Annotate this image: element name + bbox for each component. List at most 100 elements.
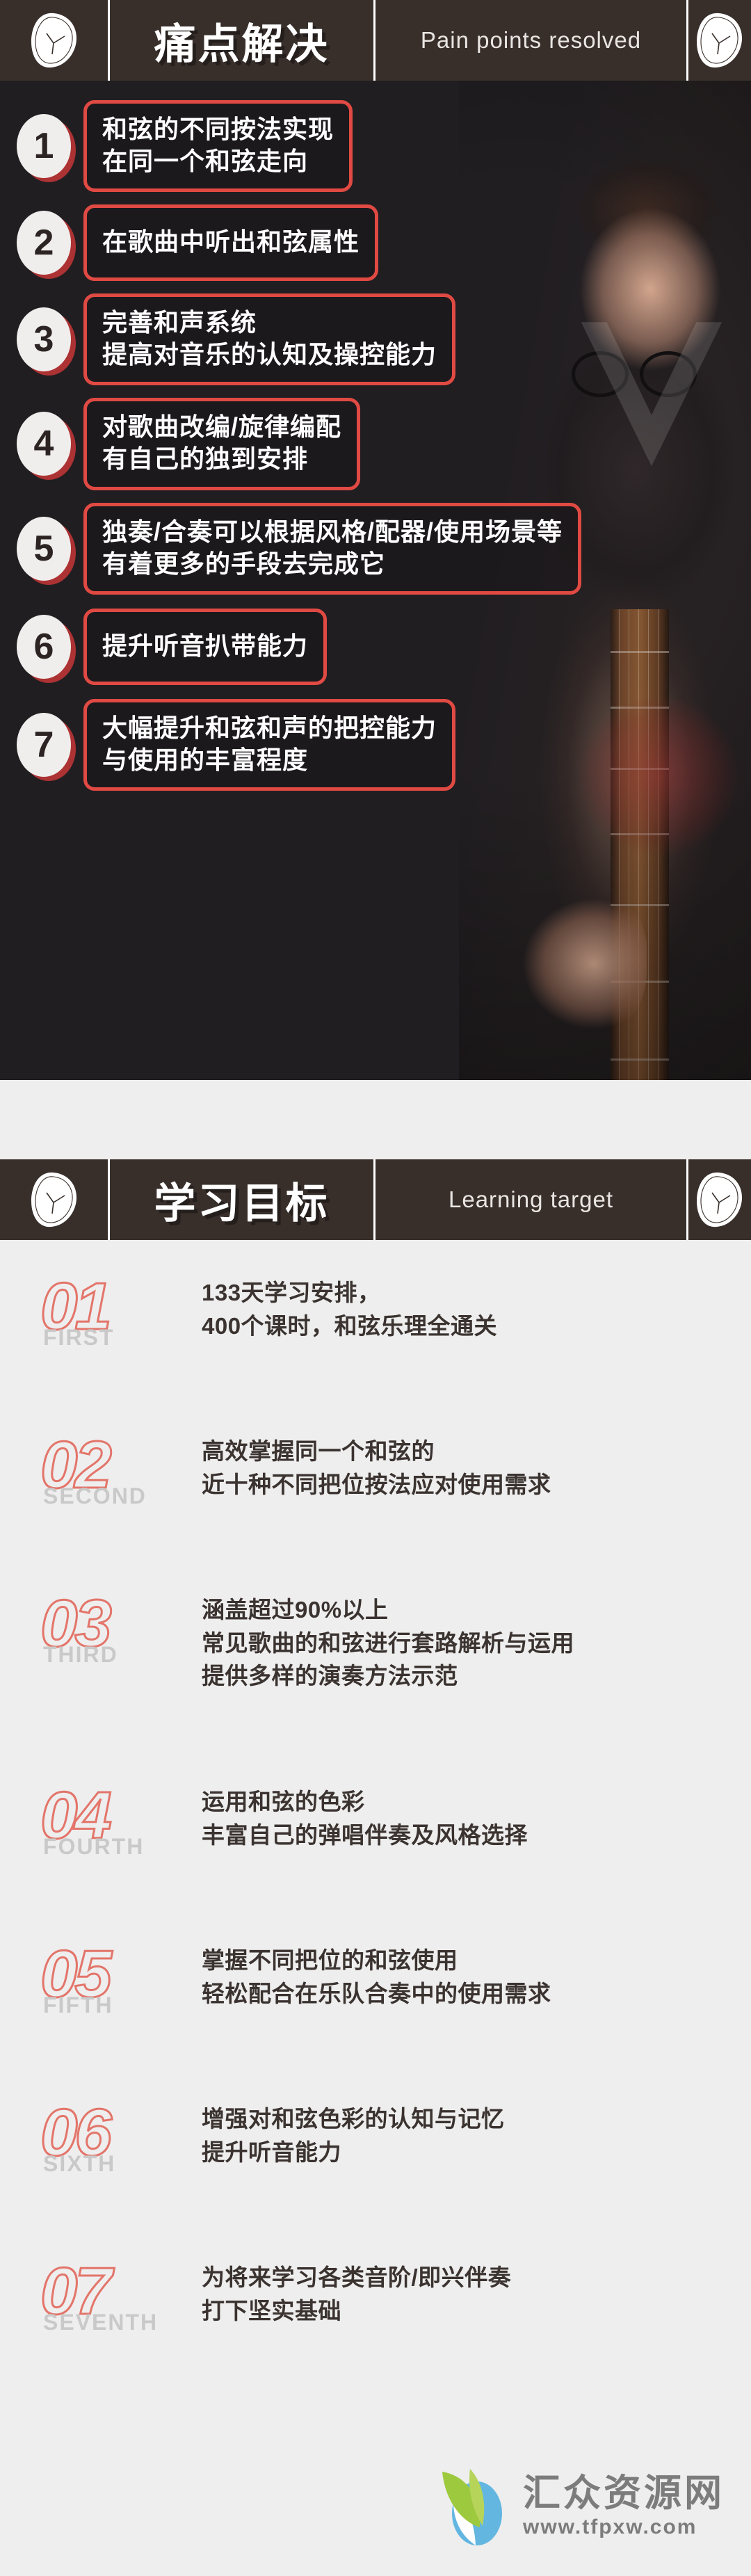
- learning-goal-line: 运用和弦的色彩: [202, 1789, 365, 1814]
- pain-point-number: 2: [17, 211, 71, 275]
- learning-goal-line: 常见歌曲的和弦进行套路解析与运用: [202, 1629, 574, 1656]
- section-title-en: Learning target: [449, 1186, 613, 1212]
- learning-goal-text: 高效掌握同一个和弦的 近十种不同把位按法应对使用需求: [202, 1429, 551, 1501]
- learning-goal-line: 打下坚实基础: [202, 2297, 341, 2324]
- pain-point-row: 1 和弦的不同按法实现 在同一个和弦走向: [0, 100, 751, 193]
- header-right-pick-cell: [686, 1159, 751, 1240]
- learning-goal-number-wrap: 02 SECOND: [40, 1429, 202, 1508]
- pain-point-number: 6: [17, 614, 71, 679]
- watermark-texts: 汇众资源网 www.tfpxw.com: [523, 2473, 725, 2540]
- learning-goal-line: 提升听音能力: [202, 2139, 341, 2165]
- section-title-en: Pain points resolved: [420, 27, 642, 53]
- pain-point-line: 在歌曲中听出和弦属性: [102, 227, 360, 257]
- pain-point-number: 4: [17, 412, 71, 476]
- header-left-pick-cell: [0, 1159, 108, 1240]
- learning-goal-number-wrap: 06 SIXTH: [40, 2097, 202, 2176]
- pain-point-row: 3 完善和声系统 提高对音乐的认知及操控能力: [0, 293, 751, 386]
- pain-point-box: 独奏/合奏可以根据风格/配器/使用场景等 有着更多的手段去完成它: [83, 502, 582, 595]
- learning-goal-line: 涵盖超过90%以上: [202, 1597, 389, 1623]
- learning-goal-ordinal: SEVENTH: [43, 2310, 159, 2335]
- pain-point-line: 与使用的丰富程度: [102, 745, 309, 774]
- pain-point-box: 完善和声系统 提高对音乐的认知及操控能力: [83, 293, 456, 386]
- pain-point-box: 和弦的不同按法实现 在同一个和弦走向: [83, 100, 353, 193]
- learning-goal-number-wrap: 03 THIRD: [40, 1588, 202, 1667]
- learning-target-header-bar: 学习目标 Learning target: [0, 1159, 751, 1240]
- pain-point-row: 7 大幅提升和弦和声的把控能力 与使用的丰富程度: [0, 698, 751, 791]
- pain-points-header-bar: 痛点解决 Pain points resolved: [0, 0, 751, 81]
- learning-target-section: 01 FIRST 133天学习安排， 400个课时，和弦乐理全通关 02 SEC…: [0, 1240, 751, 2386]
- pain-point-line: 提升听音扒带能力: [102, 631, 309, 660]
- learning-goal-ordinal: FOURTH: [43, 1834, 145, 1859]
- learning-goal-line: 400个课时，和弦乐理全通关: [202, 1312, 498, 1339]
- section-title-zh: 痛点解决: [154, 20, 330, 67]
- learning-goal-text: 涵盖超过90%以上 常见歌曲的和弦进行套路解析与运用 提供多样的演奏方法示范: [202, 1588, 574, 1693]
- pain-point-row: 6 提升听音扒带能力: [0, 608, 751, 685]
- learning-goal-row: 04 FOURTH 运用和弦的色彩 丰富自己的弹唱伴奏及风格选择: [0, 1780, 751, 1910]
- learning-goal-line: 133天学习安排，: [202, 1280, 381, 1305]
- pain-point-box: 提升听音扒带能力: [83, 608, 328, 685]
- guitar-pick-badge-icon: [31, 13, 76, 68]
- learning-goal-line: 提供多样的演奏方法示范: [202, 1663, 458, 1689]
- pain-point-number: 3: [17, 307, 71, 372]
- header-title-en-cell: Learning target: [373, 1159, 686, 1240]
- learning-goal-row: 07 SEVENTH 为将来学习各类音阶/即兴伴奏 打下坚实基础: [0, 2255, 751, 2386]
- pain-point-line: 大幅提升和弦和声的把控能力: [102, 713, 437, 742]
- section-divider-gap: [0, 1080, 751, 1159]
- learning-goal-text: 133天学习安排， 400个课时，和弦乐理全通关: [202, 1271, 497, 1342]
- learning-goal-line: 近十种不同把位按法应对使用需求: [202, 1471, 551, 1497]
- guitar-pick-badge-icon: [697, 13, 743, 68]
- learning-goal-text: 运用和弦的色彩 丰富自己的弹唱伴奏及风格选择: [202, 1780, 528, 1851]
- learning-goal-ordinal: FIFTH: [43, 1993, 113, 2018]
- pain-point-line: 有着更多的手段去完成它: [102, 549, 386, 578]
- pain-point-row: 2 在歌曲中听出和弦属性: [0, 204, 751, 282]
- pain-point-number: 1: [17, 114, 71, 179]
- learning-goal-number-wrap: 04 FOURTH: [40, 1780, 202, 1859]
- learning-goal-text: 掌握不同把位的和弦使用 轻松配合在乐队合奏中的使用需求: [202, 1938, 551, 2010]
- learning-goal-line: 轻松配合在乐队合奏中的使用需求: [202, 1980, 551, 2006]
- learning-goal-row: 02 SECOND 高效掌握同一个和弦的 近十种不同把位按法应对使用需求: [0, 1429, 751, 1560]
- header-right-pick-cell: [686, 0, 751, 81]
- pain-point-row: 5 独奏/合奏可以根据风格/配器/使用场景等 有着更多的手段去完成它: [0, 502, 751, 595]
- guitar-pick-badge-icon: [31, 1172, 76, 1227]
- learning-goal-row: 01 FIRST 133天学习安排， 400个课时，和弦乐理全通关: [0, 1271, 751, 1401]
- learning-goal-ordinal: FIRST: [43, 1325, 115, 1350]
- header-left-pick-cell: [0, 0, 108, 81]
- learning-goal-text: 为将来学习各类音阶/即兴伴奏 打下坚实基础: [202, 2255, 511, 2327]
- header-title-zh-cell: 痛点解决: [108, 0, 373, 81]
- leaf-v-logo-icon: [442, 2469, 502, 2545]
- guitar-pick-badge-icon: [697, 1172, 743, 1227]
- watermark-url: www.tfpxw.com: [523, 2515, 697, 2539]
- pain-point-number: 5: [17, 516, 71, 581]
- pain-point-line: 完善和声系统: [102, 308, 257, 337]
- pain-point-line: 有自己的独到安排: [102, 444, 309, 474]
- learning-goal-ordinal: SECOND: [43, 1483, 147, 1508]
- pain-points-section: 1 和弦的不同按法实现 在同一个和弦走向 2 在歌曲中听出和弦属性 3 完善和声…: [0, 81, 751, 1080]
- learning-goal-line: 为将来学习各类音阶/即兴伴奏: [202, 2264, 512, 2290]
- learning-goal-number-wrap: 01 FIRST: [40, 1271, 202, 1350]
- pain-point-box: 对歌曲改编/旋律编配 有自己的独到安排: [83, 398, 361, 490]
- learning-goal-row: 03 THIRD 涵盖超过90%以上 常见歌曲的和弦进行套路解析与运用 提供多样…: [0, 1588, 751, 1752]
- footer-watermark: 汇众资源网 www.tfpxw.com: [434, 2462, 725, 2551]
- pain-point-box: 在歌曲中听出和弦属性: [83, 204, 379, 282]
- learning-goal-number-wrap: 07 SEVENTH: [40, 2255, 202, 2335]
- learning-goal-line: 丰富自己的弹唱伴奏及风格选择: [202, 1821, 528, 1848]
- header-title-en-cell: Pain points resolved: [373, 0, 686, 81]
- learning-goal-ordinal: SIXTH: [43, 2151, 116, 2176]
- learning-goal-row: 05 FIFTH 掌握不同把位的和弦使用 轻松配合在乐队合奏中的使用需求: [0, 1938, 751, 2069]
- learning-goal-line: 增强对和弦色彩的认知与记忆: [202, 2106, 505, 2132]
- header-title-zh-cell: 学习目标: [108, 1159, 373, 1240]
- learning-goal-ordinal: THIRD: [43, 1642, 118, 1667]
- pain-points-list: 1 和弦的不同按法实现 在同一个和弦走向 2 在歌曲中听出和弦属性 3 完善和声…: [0, 81, 751, 791]
- infographic-page: 痛点解决 Pain points resolved 1 和弦的不同按法实现 在同…: [0, 0, 751, 2576]
- pain-point-box: 大幅提升和弦和声的把控能力 与使用的丰富程度: [83, 698, 456, 791]
- pain-point-number: 7: [17, 712, 71, 777]
- learning-goal-text: 增强对和弦色彩的认知与记忆 提升听音能力: [202, 2097, 505, 2168]
- pain-point-line: 提高对音乐的认知及操控能力: [102, 340, 437, 369]
- learning-goal-line: 掌握不同把位的和弦使用: [202, 1947, 458, 1973]
- pain-point-row: 4 对歌曲改编/旋律编配 有自己的独到安排: [0, 398, 751, 490]
- pain-point-line: 在同一个和弦走向: [102, 147, 309, 176]
- pain-point-line: 和弦的不同按法实现: [102, 115, 334, 143]
- pain-point-line: 对歌曲改编/旋律编配: [102, 412, 342, 442]
- learning-goal-number-wrap: 05 FIFTH: [40, 1938, 202, 2018]
- learning-goal-row: 06 SIXTH 增强对和弦色彩的认知与记忆 提升听音能力: [0, 2097, 751, 2228]
